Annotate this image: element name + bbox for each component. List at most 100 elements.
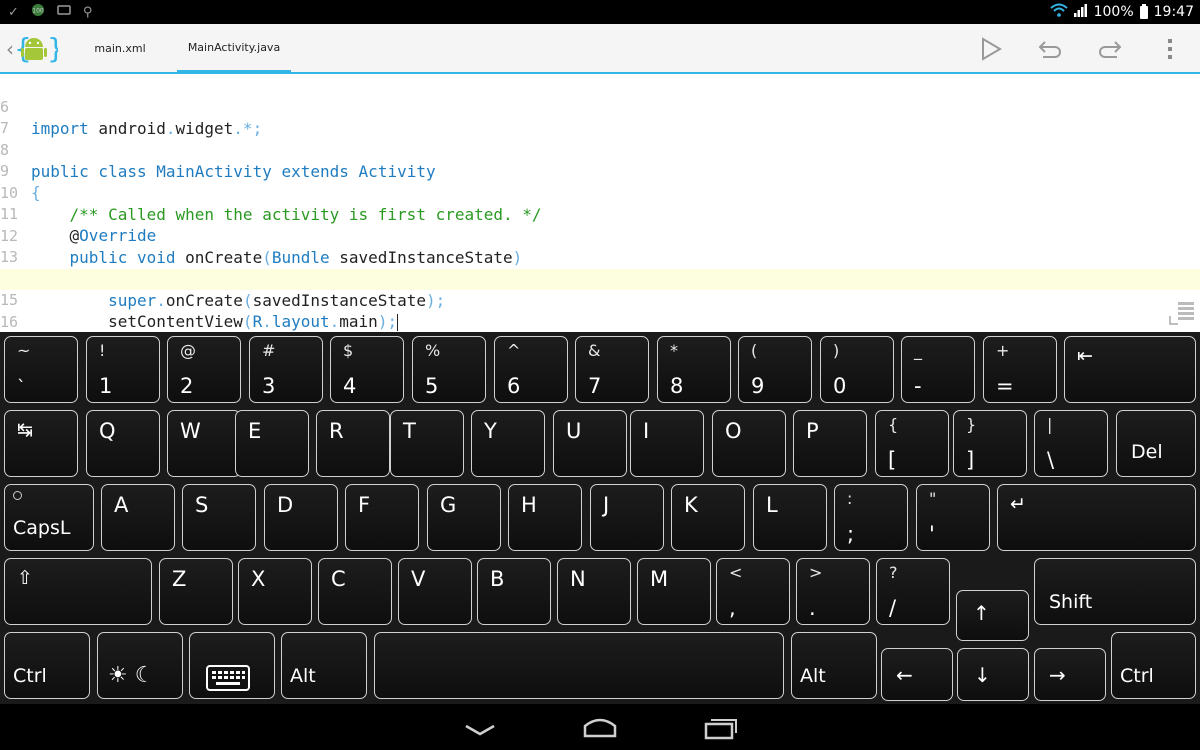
key-4[interactable]: $4 [330, 336, 404, 403]
key-equals[interactable]: + = [983, 336, 1057, 403]
key-g[interactable]: G [427, 484, 501, 551]
key-x[interactable]: X [238, 558, 312, 625]
code-line[interactable]: 11 @Override [0, 183, 1200, 245]
key-n[interactable]: N [557, 558, 631, 625]
key-left-alt[interactable]: Alt [281, 632, 367, 699]
key-right-alt[interactable]: Alt [791, 632, 877, 699]
key-1[interactable]: ! 1 [86, 336, 160, 403]
key-e[interactable]: E [235, 410, 309, 477]
recents-icon[interactable] [704, 718, 738, 744]
code-line[interactable]: 7 [0, 97, 1200, 137]
key-semicolon[interactable]: :; [834, 484, 908, 551]
key-p[interactable]: P [793, 410, 867, 477]
key-shift-label: < [729, 563, 743, 582]
key-f[interactable]: F [345, 484, 419, 551]
key-l[interactable]: L [753, 484, 827, 551]
key-right-bracket[interactable]: }] [953, 410, 1027, 477]
code-editor[interactable]: 6 import android.widget.*; 7 8 public cl… [0, 74, 1200, 332]
key-j[interactable]: J [590, 484, 664, 551]
key-5[interactable]: % 5 [412, 336, 486, 403]
key-arrow-down[interactable]: ↓ [957, 648, 1029, 701]
tab-mainactivity-java[interactable]: MainActivity.java [177, 24, 291, 74]
key-m[interactable]: M [637, 558, 711, 625]
key-6[interactable]: ^ 6 [494, 336, 568, 403]
code-line[interactable]: 14 super.onCreate(savedInstanceState); [0, 248, 1200, 310]
code-line[interactable]: 13 { [0, 226, 1200, 288]
shift-icon: ⇧ [17, 567, 33, 589]
key-delete[interactable]: Del [1116, 410, 1196, 477]
key-theme-toggle[interactable]: ☀ ☾ [97, 632, 183, 699]
key-u[interactable]: U [553, 410, 627, 477]
key-shift-label: { [888, 415, 899, 434]
key-arrow-right[interactable]: → [1034, 648, 1106, 701]
key-backtick[interactable]: ~ ` [4, 336, 78, 403]
key-w[interactable]: W [167, 410, 241, 477]
key-o[interactable]: O [712, 410, 786, 477]
key-right-ctrl[interactable]: Ctrl [1111, 632, 1196, 699]
back-icon[interactable] [464, 722, 496, 741]
key-left-ctrl[interactable]: Ctrl [4, 632, 90, 699]
key-comma[interactable]: <, [716, 558, 790, 625]
redo-icon[interactable] [1097, 36, 1123, 62]
code-line-current[interactable]: 15 setContentView(R.layout.main); [0, 269, 1200, 331]
key-a[interactable]: A [101, 484, 175, 551]
key-z[interactable]: Z [159, 558, 233, 625]
key-r[interactable]: R [316, 410, 390, 477]
key-s[interactable]: S [182, 484, 256, 551]
key-2[interactable]: @2 [167, 336, 241, 403]
sun-moon-icon: ☀ ☾ [108, 663, 155, 688]
key-minus[interactable]: _ - [901, 336, 975, 403]
key-7[interactable]: & 7 [575, 336, 649, 403]
key-8[interactable]: * 8 [657, 336, 731, 403]
code-line[interactable]: 10 /** Called when the activity is first… [0, 162, 1200, 224]
code-line[interactable]: 8 public class MainActivity extends Acti… [0, 119, 1200, 181]
key-q[interactable]: Q [86, 410, 160, 477]
key-3[interactable]: #3 [249, 336, 323, 403]
fast-scroll-icon[interactable] [1168, 300, 1194, 325]
key-space[interactable] [374, 632, 784, 699]
key-arrow-left[interactable]: ← [881, 648, 953, 701]
svg-text:‹: ‹ [6, 37, 14, 61]
key-left-bracket[interactable]: {[ [875, 410, 949, 477]
tab-main-xml[interactable]: main.xml [70, 24, 170, 72]
play-icon[interactable] [978, 36, 1004, 62]
key-t[interactable]: T [390, 410, 464, 477]
key-keyboard-switch[interactable] [189, 632, 275, 699]
status-bar: ✓ 100 ⚲ 100% 19:47 [0, 0, 1200, 24]
key-shift-label: } [966, 415, 977, 434]
key-label: 3 [262, 374, 276, 398]
undo-icon[interactable] [1037, 36, 1063, 62]
code-line[interactable]: 6 import android.widget.*; [0, 76, 1200, 138]
key-slash[interactable]: ? / [876, 558, 950, 625]
key-y[interactable]: Y [471, 410, 545, 477]
key-label: U [566, 419, 582, 443]
key-i[interactable]: I [630, 410, 704, 477]
android-code-icon[interactable]: ‹ { } [6, 32, 65, 66]
code-line[interactable]: 17 } [0, 312, 1200, 332]
key-quote[interactable]: " ' [916, 484, 990, 551]
key-v[interactable]: V [398, 558, 472, 625]
key-tab[interactable]: ↹ [4, 410, 78, 477]
key-left-shift[interactable]: ⇧ [4, 558, 152, 625]
code-line[interactable]: 16 } [0, 291, 1200, 331]
code-line[interactable]: 12 public void onCreate(Bundle savedInst… [0, 205, 1200, 267]
key-backspace[interactable]: ⇤ [1064, 336, 1196, 403]
key-caps-lock[interactable]: CapsL [4, 484, 94, 551]
key-c[interactable]: C [318, 558, 392, 625]
overflow-menu-icon[interactable] [1157, 36, 1183, 62]
key-9[interactable]: (9 [738, 336, 812, 403]
key-d[interactable]: D [264, 484, 338, 551]
key-backslash[interactable]: | \ [1034, 410, 1108, 477]
key-b[interactable]: B [477, 558, 551, 625]
key-arrow-up[interactable]: ↑ [956, 590, 1029, 641]
key-enter[interactable]: ↵ [997, 484, 1196, 551]
key-k[interactable]: K [671, 484, 745, 551]
key-shift-label: # [262, 341, 276, 360]
code-line[interactable]: 9 { [0, 140, 1200, 202]
key-h[interactable]: H [508, 484, 582, 551]
arrow-up-icon: ↑ [973, 601, 990, 625]
key-period[interactable]: >. [796, 558, 870, 625]
key-0[interactable]: ) 0 [820, 336, 894, 403]
key-right-shift[interactable]: Shift [1034, 558, 1196, 625]
home-icon[interactable] [582, 716, 618, 742]
